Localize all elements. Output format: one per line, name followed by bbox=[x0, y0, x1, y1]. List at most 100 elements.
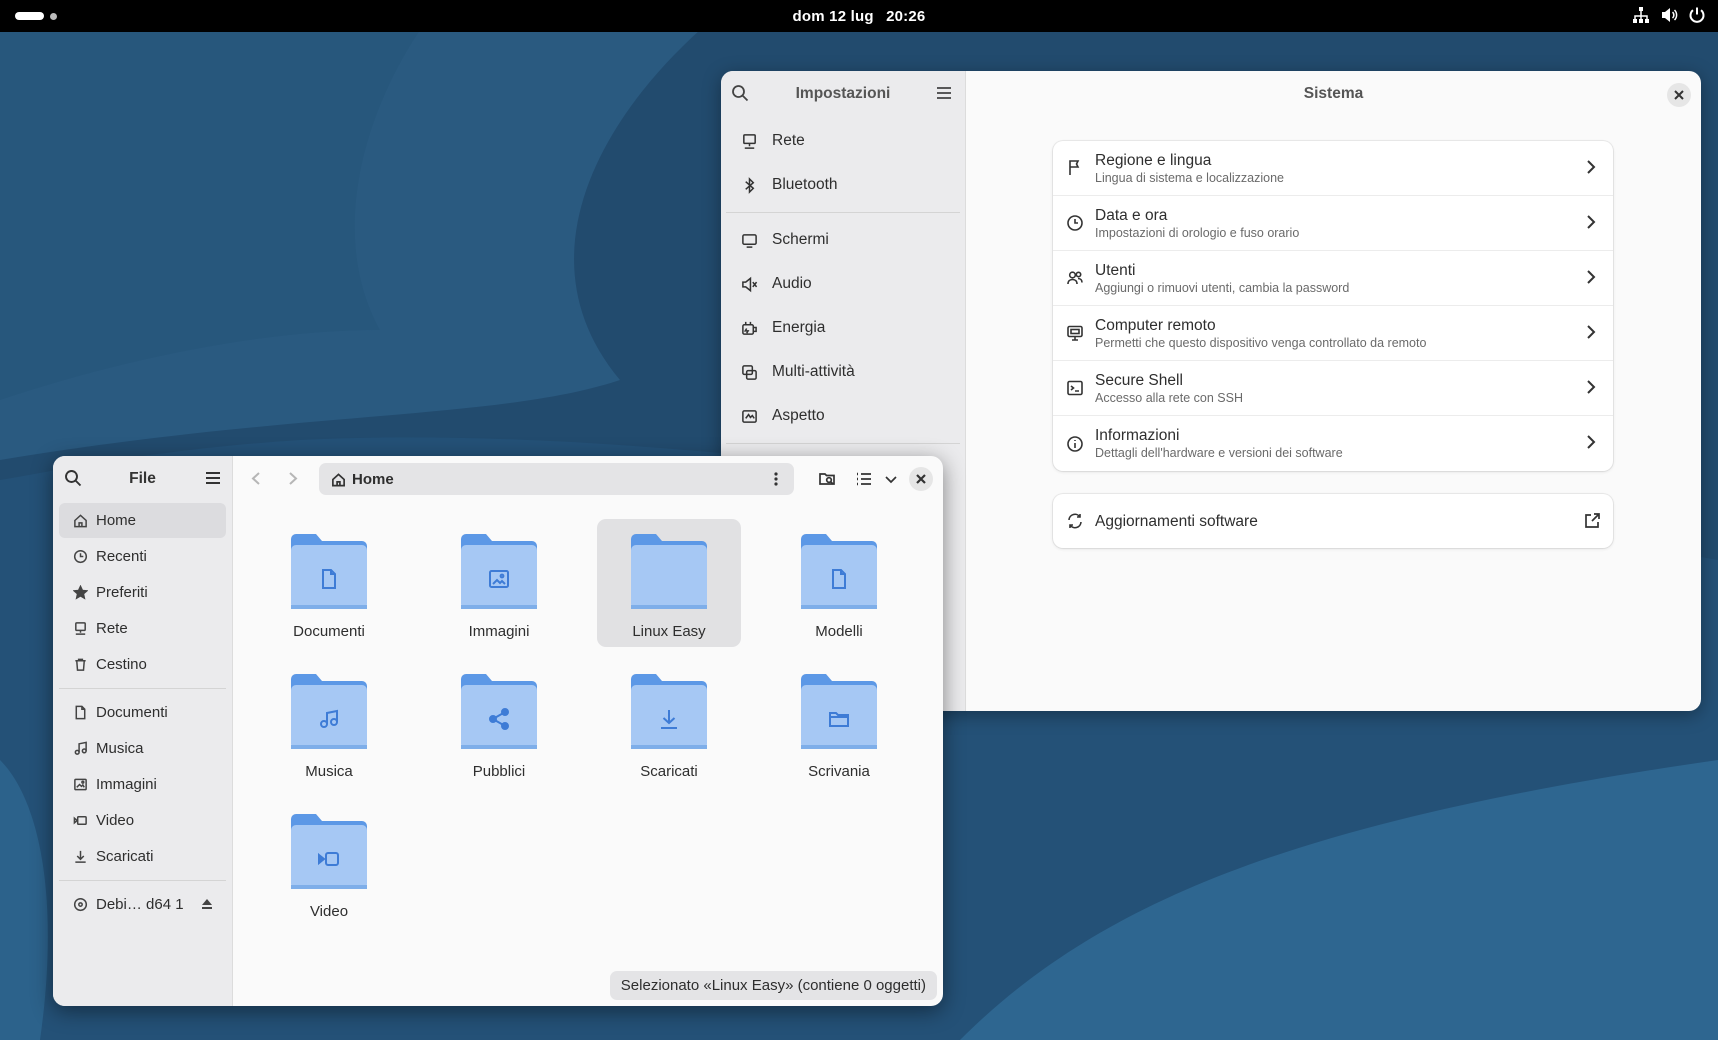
chevron-right-icon bbox=[289, 472, 298, 485]
software-updates-card: Aggiornamenti software bbox=[1053, 494, 1613, 548]
flag-icon bbox=[1069, 160, 1080, 175]
remote-desktop-icon bbox=[1067, 325, 1083, 341]
row-subtitle: Dettagli dell'hardware e versioni dei so… bbox=[1095, 446, 1343, 460]
back-button[interactable] bbox=[249, 471, 264, 490]
share-icon bbox=[489, 708, 509, 730]
row-title: Data e ora bbox=[1095, 206, 1168, 224]
folder-immagini[interactable]: Immagini bbox=[427, 519, 571, 647]
sidebar-item-scaricati[interactable]: Scaricati bbox=[59, 839, 226, 874]
network-icon bbox=[1632, 6, 1650, 28]
music-icon bbox=[320, 709, 338, 728]
sidebar-item-rete[interactable]: Rete bbox=[721, 119, 965, 163]
sidebar-item-video[interactable]: Video bbox=[59, 803, 226, 838]
sidebar-item-aspetto[interactable]: Aspetto bbox=[721, 394, 965, 438]
clock[interactable]: dom 12 lug 20:26 bbox=[789, 8, 930, 25]
external-link-icon bbox=[1585, 513, 1600, 528]
sidebar-item-immagini[interactable]: Immagini bbox=[59, 767, 226, 802]
folder-pubblici[interactable]: Pubblici bbox=[427, 659, 571, 787]
power-icon bbox=[1688, 6, 1706, 28]
search-icon[interactable] bbox=[731, 84, 749, 102]
sidebar-item-label: Audio bbox=[772, 275, 812, 292]
template-icon bbox=[832, 569, 846, 589]
volume-icon bbox=[1660, 6, 1678, 28]
path-bar[interactable]: Home bbox=[319, 463, 794, 495]
chevron-right-icon bbox=[1587, 380, 1596, 394]
row-informazioni[interactable]: Informazioni Dettagli dell'hardware e ve… bbox=[1053, 416, 1613, 471]
row-title: Computer remoto bbox=[1095, 316, 1216, 334]
files-sidebar-title: File bbox=[129, 470, 156, 487]
sidebar-item-multitasking[interactable]: Multi-attività bbox=[721, 350, 965, 394]
info-icon bbox=[1067, 435, 1083, 452]
row-data-ora[interactable]: Data e ora Impostazioni di orologio e fu… bbox=[1053, 196, 1613, 251]
sidebar-item-energia[interactable]: Energia bbox=[721, 306, 965, 350]
sidebar-item-documenti[interactable]: Documenti bbox=[59, 695, 226, 730]
sidebar-item-audio[interactable]: Audio bbox=[721, 262, 965, 306]
eject-button[interactable] bbox=[200, 897, 214, 915]
multitasking-icon bbox=[742, 364, 757, 380]
search-icon[interactable] bbox=[64, 469, 82, 487]
row-title: Informazioni bbox=[1095, 427, 1180, 444]
sidebar-item-device[interactable]: Debi… d64 1 bbox=[59, 887, 226, 922]
folder-video[interactable]: Video bbox=[257, 799, 401, 927]
folder-label: Video bbox=[309, 903, 349, 920]
search-location-button[interactable] bbox=[818, 470, 836, 492]
row-subtitle: Aggiungi o rimuovi utenti, cambia la pas… bbox=[1095, 280, 1350, 295]
row-title: Utenti bbox=[1095, 261, 1136, 279]
folder-modelli[interactable]: Modelli bbox=[767, 519, 911, 647]
hamburger-menu-icon[interactable] bbox=[935, 84, 953, 102]
eject-icon bbox=[202, 899, 212, 909]
folder-scrivania[interactable]: Scrivania bbox=[767, 659, 911, 787]
sidebar-item-preferiti[interactable]: Preferiti bbox=[59, 575, 226, 610]
files-window: File Home Recenti Preferiti Rete Cestino bbox=[53, 456, 943, 1006]
appearance-icon bbox=[742, 409, 757, 423]
hamburger-menu-icon[interactable] bbox=[204, 469, 222, 487]
sidebar-item-schermi[interactable]: Schermi bbox=[721, 218, 965, 262]
recent-icon bbox=[73, 549, 88, 564]
sidebar-item-musica[interactable]: Musica bbox=[59, 731, 226, 766]
chevron-right-icon bbox=[1587, 270, 1596, 284]
power-plug-icon bbox=[742, 321, 757, 335]
sidebar-item-label: Rete bbox=[96, 620, 128, 637]
activities-button[interactable] bbox=[15, 12, 57, 20]
close-button[interactable] bbox=[909, 467, 933, 491]
folder-scaricati[interactable]: Scaricati bbox=[597, 659, 741, 787]
files-sidebar-header: File bbox=[53, 456, 232, 502]
row-subtitle: Lingua di sistema e localizzazione bbox=[1095, 170, 1284, 185]
row-title: Regione e lingua bbox=[1095, 151, 1212, 169]
folder-label: Modelli bbox=[815, 623, 863, 640]
sidebar-item-label: Cestino bbox=[96, 656, 147, 673]
sidebar-item-label: Aspetto bbox=[772, 407, 825, 424]
files-main-area: Home Documenti Immagini Linux Easy Model… bbox=[233, 456, 943, 1006]
star-icon bbox=[73, 585, 88, 600]
folder-linux-easy[interactable]: Linux Easy bbox=[597, 519, 741, 647]
sidebar-item-bluetooth[interactable]: Bluetooth bbox=[721, 163, 965, 207]
sidebar-item-label: Video bbox=[96, 812, 135, 829]
row-title: Aggiornamenti software bbox=[1095, 512, 1258, 530]
chevron-down-icon bbox=[885, 476, 897, 484]
folder-documenti[interactable]: Documenti bbox=[257, 519, 401, 647]
row-aggiornamenti-software[interactable]: Aggiornamenti software bbox=[1053, 494, 1613, 548]
forward-button[interactable] bbox=[285, 471, 300, 490]
sidebar-item-cestino[interactable]: Cestino bbox=[59, 647, 226, 682]
view-options-button[interactable] bbox=[882, 470, 900, 492]
folder-musica[interactable]: Musica bbox=[257, 659, 401, 787]
row-secure-shell[interactable]: Secure Shell Accesso alla rete con SSH bbox=[1053, 361, 1613, 416]
sidebar-item-recenti[interactable]: Recenti bbox=[59, 539, 226, 574]
list-view-button[interactable] bbox=[855, 470, 873, 492]
network-icon bbox=[743, 133, 756, 149]
sidebar-item-label: Home bbox=[96, 512, 137, 529]
row-subtitle: Impostazioni di orologio e fuso orario bbox=[1095, 225, 1300, 240]
sidebar-item-label: Scaricati bbox=[96, 848, 154, 865]
close-button[interactable] bbox=[1667, 83, 1691, 107]
row-utenti[interactable]: Utenti Aggiungi o rimuovi utenti, cambia… bbox=[1053, 251, 1613, 306]
path-menu-button[interactable] bbox=[768, 471, 784, 491]
files-sidebar: File Home Recenti Preferiti Rete Cestino bbox=[53, 456, 233, 1006]
row-regione-lingua[interactable]: Regione e lingua Lingua di sistema e loc… bbox=[1053, 141, 1613, 196]
desktop-folder-icon bbox=[829, 712, 849, 727]
sidebar-item-home[interactable]: Home bbox=[59, 503, 226, 538]
row-computer-remoto[interactable]: Computer remoto Permetti che questo disp… bbox=[1053, 306, 1613, 361]
sidebar-separator bbox=[59, 688, 226, 689]
sidebar-item-rete[interactable]: Rete bbox=[59, 611, 226, 646]
display-icon bbox=[742, 233, 757, 248]
system-tray[interactable] bbox=[1632, 6, 1706, 28]
